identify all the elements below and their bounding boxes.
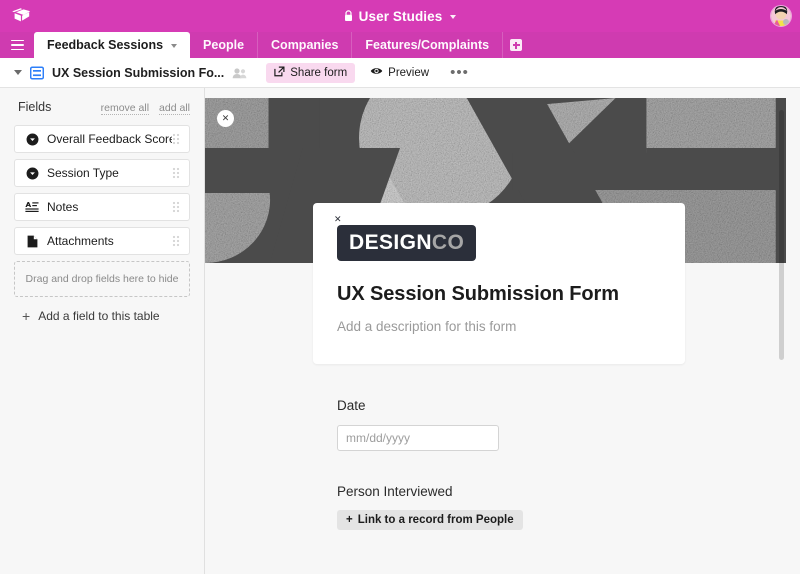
form-header-card: ✕ DESIGNCO UX Session Submission Form Ad…: [313, 203, 685, 364]
question-label-person-interviewed[interactable]: Person Interviewed: [337, 484, 661, 499]
tab-label: Companies: [271, 38, 338, 52]
chevron-down-icon[interactable]: [171, 44, 177, 48]
tab-features-complaints[interactable]: Features/Complaints: [352, 32, 503, 58]
logo-text-primary: DESIGN: [349, 231, 432, 255]
lock-icon: [344, 10, 353, 22]
add-field-button[interactable]: + Add a field to this table: [0, 309, 204, 323]
date-placeholder: mm/dd/yyyy: [346, 431, 410, 445]
list-item[interactable]: Notes: [14, 193, 190, 221]
form-description[interactable]: Add a description for this form: [337, 319, 661, 334]
logo-text-secondary: CO: [432, 231, 464, 255]
form-preview-canvas: ✕ ✕ DESIGNCO UX Session Submission Form …: [205, 88, 800, 574]
form-view-icon: [30, 65, 45, 80]
tab-label: People: [203, 38, 244, 52]
plus-icon: +: [22, 309, 30, 323]
page-title: Fields: [18, 100, 91, 114]
form-title[interactable]: UX Session Submission Form: [337, 283, 661, 306]
fields-sidebar-header: Fields remove all add all: [0, 100, 204, 115]
tab-label: Feedback Sessions: [47, 38, 163, 52]
base-title-group: User Studies: [0, 0, 800, 32]
form-toolbar: UX Session Submission Fo... Share form: [0, 58, 800, 88]
add-all-link[interactable]: add all: [159, 102, 190, 115]
form-questions: Date mm/dd/yyyy Person Interviewed + Lin…: [313, 398, 685, 530]
hamburger-menu-icon[interactable]: [0, 32, 34, 58]
list-item[interactable]: Overall Feedback Score: [14, 125, 190, 153]
eye-icon: [370, 66, 383, 79]
link-record-button[interactable]: + Link to a record from People: [337, 510, 523, 530]
table-tab-strip: Feedback Sessions People Companies Featu…: [0, 32, 800, 58]
tab-companies[interactable]: Companies: [258, 32, 352, 58]
external-link-icon: [274, 66, 285, 80]
tab-label: Features/Complaints: [365, 38, 489, 52]
drag-handle-icon[interactable]: [172, 133, 181, 145]
hidden-fields-dropzone[interactable]: Drag and drop fields here to hide: [14, 261, 190, 297]
tab-people[interactable]: People: [190, 32, 258, 58]
top-bar: User Studies: [0, 0, 800, 32]
preview-label: Preview: [388, 67, 429, 79]
chevron-down-icon: [450, 15, 456, 19]
share-form-label: Share form: [290, 67, 347, 79]
dropzone-label: Drag and drop fields here to hide: [26, 273, 179, 285]
workspace-body: Fields remove all add all Overall Feedba…: [0, 88, 800, 574]
field-label: Session Type: [47, 166, 172, 180]
long-text-icon: [25, 200, 39, 214]
add-table-icon[interactable]: [503, 32, 529, 58]
fields-sidebar: Fields remove all add all Overall Feedba…: [0, 88, 205, 574]
date-input[interactable]: mm/dd/yyyy: [337, 425, 499, 451]
list-item[interactable]: Attachments: [14, 227, 190, 255]
form-logo[interactable]: ✕ DESIGNCO: [337, 225, 476, 261]
link-record-label: Link to a record from People: [358, 514, 514, 526]
question-label-date[interactable]: Date: [337, 398, 661, 413]
plus-icon: +: [346, 514, 353, 526]
field-list: Overall Feedback Score: [0, 125, 204, 255]
chevron-down-icon[interactable]: [14, 70, 22, 75]
close-icon[interactable]: ✕: [217, 110, 234, 127]
field-label: Attachments: [47, 234, 172, 248]
form-view-name[interactable]: UX Session Submission Fo...: [52, 66, 224, 80]
collaborators-icon[interactable]: [232, 66, 248, 80]
single-select-icon: [25, 132, 39, 146]
preview-button[interactable]: Preview: [365, 63, 434, 83]
remove-all-link[interactable]: remove all: [101, 102, 149, 115]
close-icon[interactable]: ✕: [334, 214, 342, 225]
more-options-button[interactable]: •••: [444, 69, 475, 77]
airtable-cube-icon[interactable]: [10, 5, 32, 27]
drag-handle-icon[interactable]: [172, 201, 181, 213]
share-form-button[interactable]: Share form: [266, 63, 355, 83]
designco-logo: DESIGNCO: [337, 225, 476, 261]
base-name: User Studies: [359, 9, 443, 24]
airtable-form-builder: User Studies Feedback Sessions: [0, 0, 800, 574]
field-label: Notes: [47, 200, 172, 214]
field-label: Overall Feedback Score: [47, 132, 172, 146]
drag-handle-icon[interactable]: [172, 167, 181, 179]
list-item[interactable]: Session Type: [14, 159, 190, 187]
single-select-icon: [25, 166, 39, 180]
attachment-icon: [25, 234, 39, 248]
canvas-scrollbar[interactable]: [779, 110, 784, 360]
tab-feedback-sessions[interactable]: Feedback Sessions: [34, 32, 190, 58]
add-field-label: Add a field to this table: [38, 309, 159, 323]
avatar[interactable]: [770, 5, 792, 27]
drag-handle-icon[interactable]: [172, 235, 181, 247]
